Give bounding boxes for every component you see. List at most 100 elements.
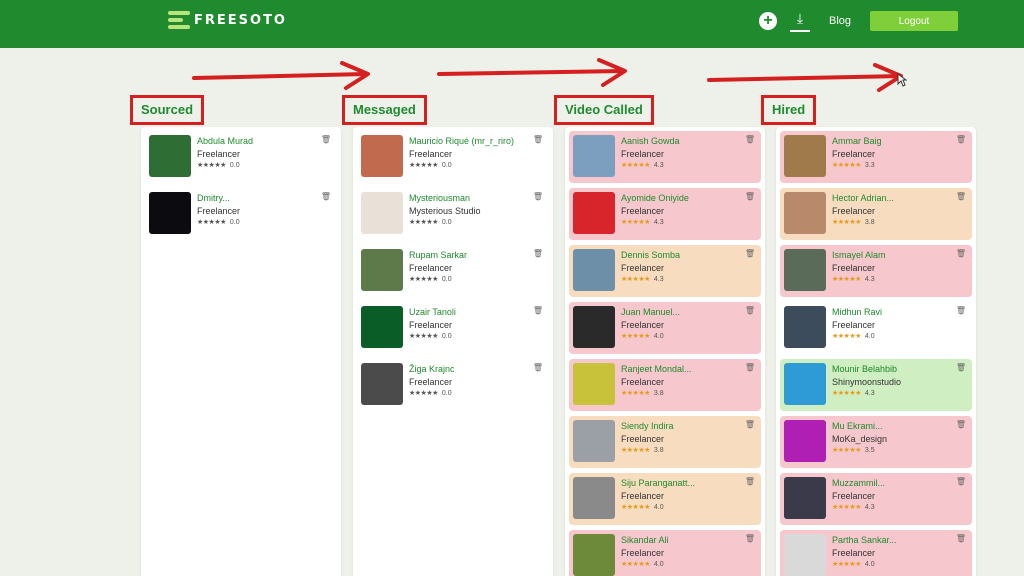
- candidate-name[interactable]: Siendy Indira: [621, 421, 674, 431]
- candidate-card[interactable]: Sikandar Ali Freelancer ★★★★★ 4.0 🗑: [569, 530, 761, 576]
- rating: ★★★★★ 4.0: [621, 560, 669, 569]
- candidate-name[interactable]: Mounir Belahbib: [832, 364, 901, 374]
- trash-icon[interactable]: 🗑: [956, 363, 966, 372]
- candidate-name[interactable]: Žiga Krajnc: [409, 364, 455, 374]
- trash-icon[interactable]: 🗑: [533, 363, 543, 372]
- trash-icon[interactable]: 🗑: [745, 363, 755, 372]
- avatar: [573, 477, 615, 519]
- candidate-role: Freelancer: [409, 377, 453, 387]
- rating: ★★★★★ 3.8: [832, 218, 894, 227]
- avatar: [573, 534, 615, 576]
- candidate-card[interactable]: Mysteriousman Mysterious Studio ★★★★★ 0.0 🗑: [357, 188, 549, 240]
- candidate-card[interactable]: Rupam Sarkar Freelancer ★★★★★ 0.0 🗑: [357, 245, 549, 297]
- candidate-name[interactable]: Ismayel Alam: [832, 250, 886, 260]
- logout-button[interactable]: Logout: [870, 11, 958, 31]
- candidate-name[interactable]: Rupam Sarkar: [409, 250, 467, 260]
- candidate-name[interactable]: Midhun Ravi: [832, 307, 882, 317]
- mouse-cursor-icon: [897, 73, 907, 87]
- candidate-card[interactable]: Hector Adrian... Freelancer ★★★★★ 3.8 🗑: [780, 188, 972, 240]
- candidate-name[interactable]: Ammar Baig: [832, 136, 882, 146]
- candidate-name[interactable]: Mu Ekrami...: [832, 421, 887, 431]
- candidate-card[interactable]: Mu Ekrami... MoKa_design ★★★★★ 3.5 🗑: [780, 416, 972, 468]
- column-hired: Ammar Baig Freelancer ★★★★★ 3.3 🗑 Hector Adri…: [776, 127, 976, 576]
- candidate-name[interactable]: Mysteriousman: [409, 193, 481, 203]
- candidate-name[interactable]: Dennis Somba: [621, 250, 680, 260]
- candidate-card[interactable]: Ismayel Alam Freelancer ★★★★★ 4.3 🗑: [780, 245, 972, 297]
- trash-icon[interactable]: 🗑: [533, 192, 543, 201]
- trash-icon[interactable]: 🗑: [956, 420, 966, 429]
- candidate-card[interactable]: Žiga Krajnc Freelancer ★★★★★ 0.0 🗑: [357, 359, 549, 411]
- candidate-card[interactable]: Siendy Indira Freelancer ★★★★★ 3.8 🗑: [569, 416, 761, 468]
- trash-icon[interactable]: 🗑: [745, 420, 755, 429]
- rating: ★★★★★ 0.0: [409, 275, 467, 284]
- trash-icon[interactable]: 🗑: [533, 135, 543, 144]
- star-rating-icon: ★★★★★: [832, 390, 861, 397]
- trash-icon[interactable]: 🗑: [745, 249, 755, 258]
- candidate-name[interactable]: Aanish Gowda: [621, 136, 680, 146]
- candidate-card[interactable]: Dennis Somba Freelancer ★★★★★ 4.3 🗑: [569, 245, 761, 297]
- candidate-name[interactable]: Dmitry...: [197, 193, 240, 203]
- star-rating-icon: ★★★★★: [832, 276, 861, 283]
- trash-icon[interactable]: 🗑: [533, 249, 543, 258]
- rating: ★★★★★ 0.0: [197, 161, 253, 170]
- candidate-name[interactable]: Abdula Murad: [197, 136, 253, 146]
- candidate-card[interactable]: Ranjeet Mondal... Freelancer ★★★★★ 3.8 🗑: [569, 359, 761, 411]
- trash-icon[interactable]: 🗑: [745, 534, 755, 543]
- trash-icon[interactable]: 🗑: [745, 306, 755, 315]
- candidate-name[interactable]: Ranjeet Mondal...: [621, 364, 692, 374]
- candidate-card[interactable]: Dmitry... Freelancer ★★★★★ 0.0 🗑: [145, 188, 337, 240]
- star-rating-icon: ★★★★★: [197, 162, 226, 169]
- candidate-card[interactable]: Midhun Ravi Freelancer ★★★★★ 4.0 🗑: [780, 302, 972, 354]
- trash-icon[interactable]: 🗑: [745, 135, 755, 144]
- candidate-card[interactable]: Aanish Gowda Freelancer ★★★★★ 4.3 🗑: [569, 131, 761, 183]
- avatar: [784, 534, 826, 576]
- candidate-card[interactable]: Juan Manuel... Freelancer ★★★★★ 4.0 🗑: [569, 302, 761, 354]
- trash-icon[interactable]: 🗑: [956, 477, 966, 486]
- star-rating-icon: ★★★★★: [409, 276, 438, 283]
- avatar: [149, 135, 191, 177]
- candidate-name[interactable]: Hector Adrian...: [832, 193, 894, 203]
- candidate-name[interactable]: Sikandar Ali: [621, 535, 669, 545]
- trash-icon[interactable]: 🗑: [956, 306, 966, 315]
- blog-link[interactable]: Blog: [829, 15, 851, 27]
- candidate-name[interactable]: Juan Manuel...: [621, 307, 680, 317]
- candidate-card[interactable]: Ammar Baig Freelancer ★★★★★ 3.3 🗑: [780, 131, 972, 183]
- candidate-name[interactable]: Muzzammil...: [832, 478, 885, 488]
- candidate-name[interactable]: Partha Sankar...: [832, 535, 897, 545]
- candidate-name[interactable]: Uzair Tanoli: [409, 307, 456, 317]
- star-rating-icon: ★★★★★: [832, 333, 861, 340]
- star-rating-icon: ★★★★★: [832, 504, 861, 511]
- candidate-card[interactable]: Uzair Tanoli Freelancer ★★★★★ 0.0 🗑: [357, 302, 549, 354]
- candidate-role: Freelancer: [409, 320, 453, 330]
- avatar: [573, 420, 615, 462]
- rating-value: 4.3: [653, 161, 664, 169]
- candidate-name[interactable]: Mauricio Riqué (mr_r_riro): [409, 136, 514, 146]
- plus-circle-icon[interactable]: +: [759, 12, 777, 30]
- candidate-card[interactable]: Mounir Belahbib Shinymoonstudio ★★★★★ 4.3 🗑: [780, 359, 972, 411]
- trash-icon[interactable]: 🗑: [956, 192, 966, 201]
- trash-icon[interactable]: 🗑: [956, 534, 966, 543]
- candidate-name[interactable]: Ayomide Oniyide: [621, 193, 689, 203]
- trash-icon[interactable]: 🗑: [321, 135, 331, 144]
- trash-icon[interactable]: 🗑: [533, 306, 543, 315]
- candidate-role: Freelancer: [832, 206, 876, 216]
- candidate-card[interactable]: Siju Paranganatt... Freelancer ★★★★★ 4.0 🗑: [569, 473, 761, 525]
- candidate-card[interactable]: Partha Sankar... Freelancer ★★★★★ 4.0 🗑: [780, 530, 972, 576]
- trash-icon[interactable]: 🗑: [956, 249, 966, 258]
- candidate-card[interactable]: Abdula Murad Freelancer ★★★★★ 0.0 🗑: [145, 131, 337, 183]
- freesoto-logo[interactable]: FREESOTO: [168, 11, 287, 29]
- candidate-name[interactable]: Siju Paranganatt...: [621, 478, 695, 488]
- rating-value: 4.3: [864, 503, 875, 511]
- trash-icon[interactable]: 🗑: [956, 135, 966, 144]
- candidate-role: Freelancer: [621, 434, 665, 444]
- candidate-card[interactable]: Mauricio Riqué (mr_r_riro) Freelancer ★★★★…: [357, 131, 549, 183]
- candidate-card[interactable]: Ayomide Oniyide Freelancer ★★★★★ 4.3 🗑: [569, 188, 761, 240]
- star-rating-icon: ★★★★★: [409, 390, 438, 397]
- trash-icon[interactable]: 🗑: [745, 477, 755, 486]
- trash-icon[interactable]: 🗑: [745, 192, 755, 201]
- trash-icon[interactable]: 🗑: [321, 192, 331, 201]
- candidate-role: Freelancer: [832, 263, 876, 273]
- rating-value: 3.3: [864, 161, 875, 169]
- candidate-card[interactable]: Muzzammil... Freelancer ★★★★★ 4.3 🗑: [780, 473, 972, 525]
- download-icon[interactable]: ⤓: [790, 10, 810, 32]
